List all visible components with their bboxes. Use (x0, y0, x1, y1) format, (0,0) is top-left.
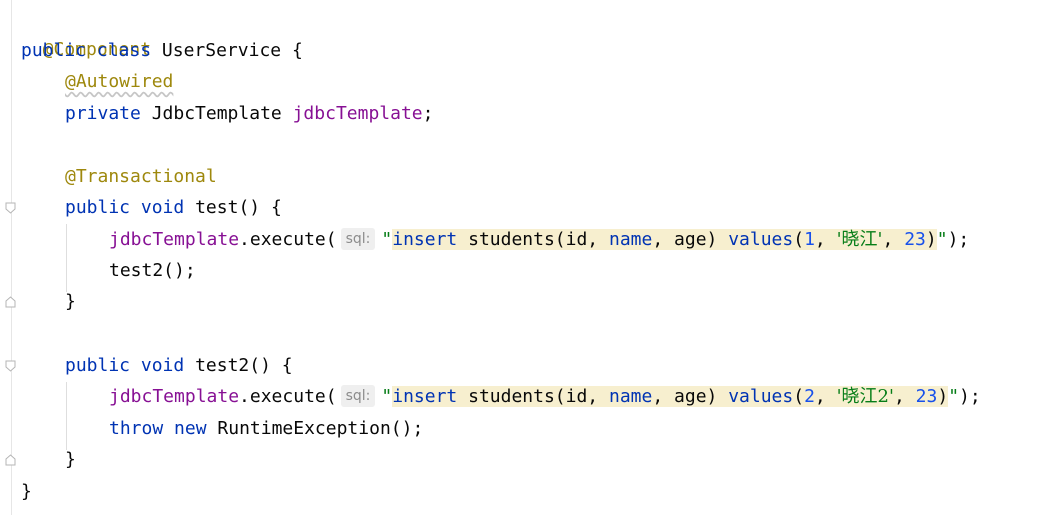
field-jdbc-template: jdbcTemplate (292, 103, 423, 124)
call-test2: test2(); (109, 260, 196, 281)
parameter-hint-sql: sql: (340, 228, 376, 250)
annotation-autowired: @Autowired (65, 71, 174, 92)
indent-guide (66, 224, 67, 292)
indent-guide (66, 382, 67, 450)
keyword-public: public (65, 197, 131, 218)
code-line-4[interactable]: private JdbcTemplate jdbcTemplate; (65, 98, 433, 129)
quote: " (381, 229, 393, 250)
brace-close: } (65, 449, 76, 470)
keyword-new: new (174, 418, 207, 439)
execute-call: .execute( (239, 386, 337, 407)
code-line-7[interactable]: public void test() { (65, 192, 282, 223)
sql-string-literal: '晓江' (836, 229, 883, 250)
code-line-3[interactable]: @Autowired (65, 66, 173, 97)
method-test2: test2 (195, 355, 250, 376)
code-line-1[interactable]: @Component (21, 3, 151, 60)
editor-gutter-line (11, 0, 12, 515)
code-line-2[interactable]: public class UserService { (21, 35, 303, 66)
keyword-void: void (140, 355, 185, 376)
runtime-exception: RuntimeException(); (217, 418, 424, 439)
code-line-10[interactable]: } (65, 286, 76, 317)
brace-close: } (21, 481, 32, 502)
method-params: () { (238, 197, 282, 218)
keyword-public: public (21, 40, 87, 61)
field-jdbc-template: jdbcTemplate (109, 386, 240, 407)
execute-call: .execute( (239, 229, 337, 250)
close-call: ); (947, 229, 970, 250)
field-jdbc-template: jdbcTemplate (109, 229, 240, 250)
fold-end-icon[interactable] (5, 296, 16, 308)
keyword-private: private (65, 103, 141, 124)
code-line-12[interactable]: public void test2() { (65, 350, 293, 381)
annotation-transactional: @Transactional (65, 166, 217, 187)
parameter-hint-sql: sql: (340, 385, 376, 407)
method-test: test (195, 197, 239, 218)
fold-start-icon[interactable] (5, 202, 16, 214)
code-line-6[interactable]: @Transactional (65, 161, 217, 192)
brace-open: { (291, 40, 303, 61)
keyword-class: class (96, 40, 152, 61)
sql-string-literal: '晓江2' (836, 386, 894, 407)
semicolon: ; (422, 103, 434, 124)
type-jdbc-template: JdbcTemplate (151, 103, 282, 124)
quote: " (936, 229, 948, 250)
keyword-void: void (140, 197, 185, 218)
class-name: UserService (161, 40, 282, 61)
fold-start-icon[interactable] (5, 360, 16, 372)
brace-close: } (65, 291, 76, 312)
code-line-13[interactable]: jdbcTemplate.execute(sql: "insert student… (109, 381, 981, 412)
keyword-public: public (65, 355, 131, 376)
code-line-14[interactable]: throw new RuntimeException(); (109, 413, 423, 444)
quote: " (381, 386, 393, 407)
code-line-15[interactable]: } (65, 444, 76, 475)
code-line-8[interactable]: jdbcTemplate.execute(sql: "insert student… (109, 224, 969, 255)
code-line-9[interactable]: test2(); (109, 255, 196, 286)
sql-fragment: insert students(id, name, age) values(1,… (392, 229, 937, 250)
fold-end-icon[interactable] (5, 454, 16, 466)
keyword-throw: throw (109, 418, 164, 439)
close-call: ); (959, 386, 981, 407)
sql-fragment: insert students(id, name, age) values(2,… (392, 386, 949, 407)
quote: " (948, 386, 960, 407)
method-params: () { (249, 355, 293, 376)
code-line-16[interactable]: } (21, 476, 32, 507)
